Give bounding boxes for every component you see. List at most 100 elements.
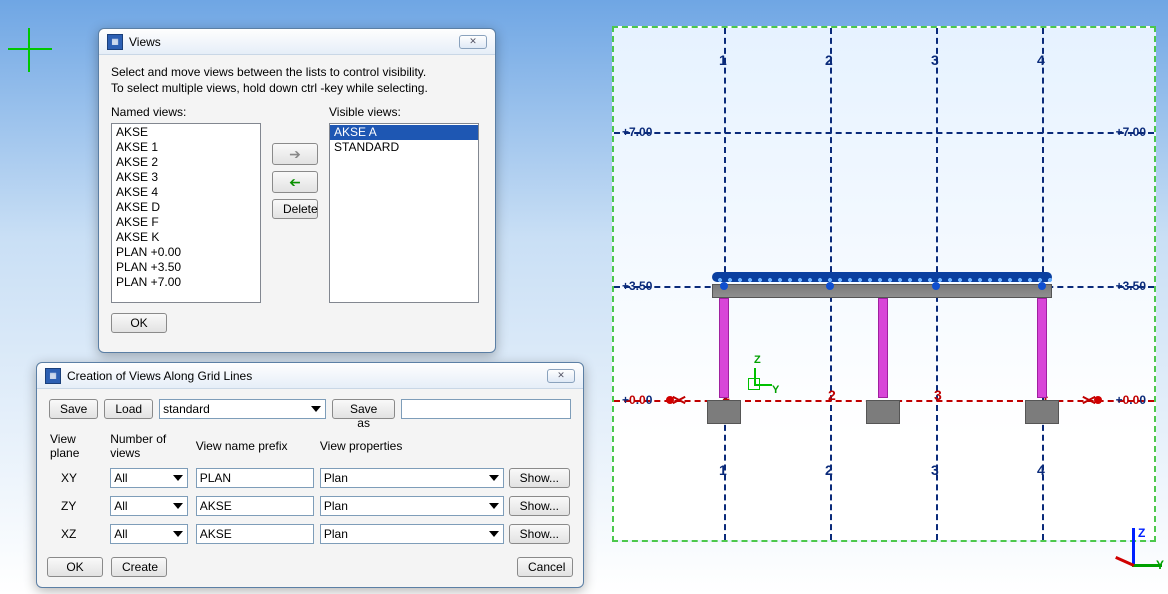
grid-label-2-bot: 2: [825, 462, 833, 478]
number-of-views-select[interactable]: All: [110, 496, 188, 516]
boundary-circ-right: [1094, 396, 1102, 404]
view-name-prefix-input[interactable]: [196, 496, 314, 516]
list-item[interactable]: AKSE: [112, 125, 260, 140]
save-as-button[interactable]: Save as: [332, 399, 394, 419]
show-button[interactable]: Show...: [509, 496, 570, 516]
list-item[interactable]: AKSE 3: [112, 170, 260, 185]
close-button[interactable]: ✕: [459, 35, 487, 49]
list-item[interactable]: AKSE K: [112, 230, 260, 245]
table-row: XZAll PlanShow...: [49, 523, 571, 545]
visible-views-label: Visible views:: [329, 105, 479, 119]
grid-views-titlebar[interactable]: ▦ Creation of Views Along Grid Lines ✕: [37, 363, 583, 389]
move-left-button[interactable]: ➔: [272, 171, 318, 193]
beam-top-flange: [712, 272, 1052, 282]
show-button[interactable]: Show...: [509, 524, 570, 544]
list-item[interactable]: STANDARD: [330, 140, 478, 155]
elev-right-7: +7.00: [1116, 125, 1146, 139]
grid-label-4-top: 4: [1037, 52, 1045, 68]
cursor-crosshair: [8, 28, 52, 72]
list-item[interactable]: PLAN +0.00: [112, 245, 260, 260]
list-item[interactable]: PLAN +3.50: [112, 260, 260, 275]
number-of-views-select[interactable]: All: [110, 468, 188, 488]
move-right-button[interactable]: ➔: [272, 143, 318, 165]
grid-label-1-top: 1: [719, 52, 727, 68]
axis-label-2: 2: [828, 387, 836, 403]
node-1: [720, 282, 728, 290]
views-instructions-1: Select and move views between the lists …: [111, 65, 483, 79]
app-icon: ▦: [107, 34, 123, 50]
list-item[interactable]: AKSE 4: [112, 185, 260, 200]
named-views-label: Named views:: [111, 105, 261, 119]
col-prefix: View name prefix: [195, 431, 319, 461]
column-4: [1037, 298, 1047, 398]
list-item[interactable]: AKSE F: [112, 215, 260, 230]
list-item[interactable]: AKSE D: [112, 200, 260, 215]
view-axis-triad: Z Y: [1108, 528, 1158, 588]
axis-label-3: 3: [934, 387, 942, 403]
save-as-input[interactable]: [401, 399, 571, 419]
list-item[interactable]: AKSE A: [330, 125, 478, 140]
list-item[interactable]: PLAN +7.00: [112, 275, 260, 290]
plane-label: XY: [49, 467, 109, 489]
visible-views-list[interactable]: AKSE ASTANDARD: [329, 123, 479, 303]
views-ok-button[interactable]: OK: [111, 313, 167, 333]
number-of-views-select[interactable]: All: [110, 524, 188, 544]
node-2: [826, 282, 834, 290]
view-name-prefix-input[interactable]: [196, 524, 314, 544]
beam: [712, 284, 1052, 298]
elev-left-3_5: +3.50: [622, 279, 652, 293]
arrow-right-icon: ➔: [289, 147, 301, 161]
node-3: [932, 282, 940, 290]
view-name-prefix-input[interactable]: [196, 468, 314, 488]
origin-y-label: Y: [772, 384, 779, 396]
view-properties-select[interactable]: Plan: [320, 496, 504, 516]
grid-label-3-bot: 3: [931, 462, 939, 478]
list-item[interactable]: AKSE 2: [112, 155, 260, 170]
grid-label-1-bot: 1: [719, 462, 727, 478]
grid-ok-button[interactable]: OK: [47, 557, 103, 577]
views-title: Views: [129, 35, 459, 49]
elev-right-3_5: +3.50: [1116, 279, 1146, 293]
grid-label-3-top: 3: [931, 52, 939, 68]
named-views-list[interactable]: AKSEAKSE 1AKSE 2AKSE 3AKSE 4AKSE DAKSE F…: [111, 123, 261, 303]
settings-name-select[interactable]: standard: [159, 399, 326, 419]
grid-label-4-bot: 4: [1037, 462, 1045, 478]
grid-line-7_00: [614, 132, 1154, 134]
col-num: Number of views: [109, 431, 195, 461]
node-4: [1038, 282, 1046, 290]
plane-label: XZ: [49, 523, 109, 545]
boundary-circ-left: [666, 396, 674, 404]
app-icon: ▦: [45, 368, 61, 384]
footing-4: [1025, 400, 1059, 424]
elev-left-7: +7.00: [622, 125, 652, 139]
triad-z-label: Z: [1138, 526, 1145, 540]
view-properties-select[interactable]: Plan: [320, 468, 504, 488]
grid-views-title: Creation of Views Along Grid Lines: [67, 369, 547, 383]
list-item[interactable]: AKSE 1: [112, 140, 260, 155]
views-instructions-2: To select multiple views, hold down ctrl…: [111, 81, 483, 95]
view-properties-select[interactable]: Plan: [320, 524, 504, 544]
cancel-button[interactable]: Cancel: [517, 557, 573, 577]
grid-label-2-top: 2: [825, 52, 833, 68]
elev-right-0: +0.00: [1116, 393, 1146, 407]
footing-1: [707, 400, 741, 424]
column-1: [719, 298, 729, 398]
views-dialog: ▦ Views ✕ Select and move views between …: [98, 28, 496, 353]
arrow-left-icon: ➔: [289, 175, 301, 189]
table-row: XYAll PlanShow...: [49, 467, 571, 489]
load-button[interactable]: Load: [104, 399, 153, 419]
create-button[interactable]: Create: [111, 557, 167, 577]
elev-left-0: +0.00: [622, 393, 652, 407]
column-center: [878, 298, 888, 398]
footing-center: [866, 400, 900, 424]
close-button[interactable]: ✕: [547, 369, 575, 383]
model-viewport[interactable]: 1 2 3 4 1 2 3 4 +7.00 +3.50 +0.00 +7.00 …: [612, 26, 1156, 542]
save-button[interactable]: Save: [49, 399, 98, 419]
show-button[interactable]: Show...: [509, 468, 570, 488]
grid-views-dialog: ▦ Creation of Views Along Grid Lines ✕ S…: [36, 362, 584, 588]
origin-axis-icon: [740, 368, 770, 398]
col-plane: View plane: [49, 431, 109, 461]
delete-button[interactable]: Delete: [272, 199, 318, 219]
triad-y-label: Y: [1156, 558, 1164, 572]
views-titlebar[interactable]: ▦ Views ✕: [99, 29, 495, 55]
